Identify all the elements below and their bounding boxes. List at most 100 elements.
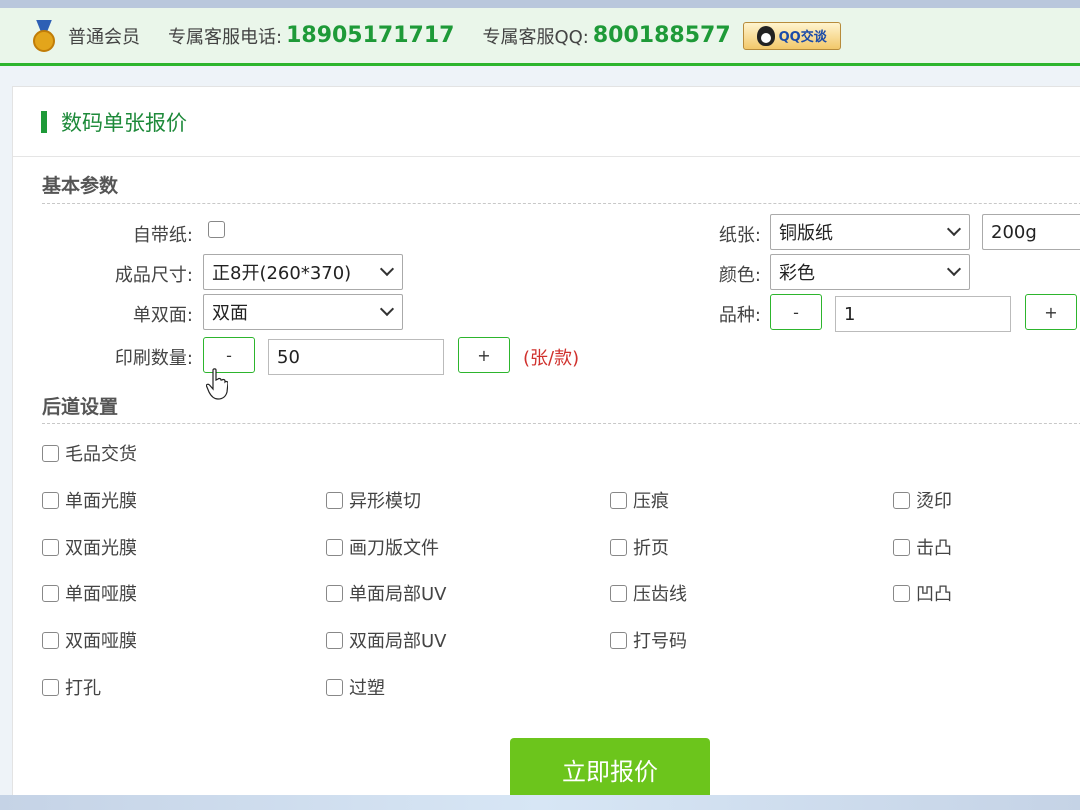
variety-plus-button[interactable]: +	[1025, 294, 1077, 330]
variety-label: 品种:	[718, 305, 761, 326]
quote-card: 数码单张报价 基本参数 自带纸: 成品尺寸: 正8开(260*370) 单双面:…	[12, 86, 1080, 806]
own-paper-checkbox[interactable]	[208, 221, 225, 238]
checkbox[interactable]	[893, 538, 910, 556]
option-label: 压痕	[633, 491, 669, 512]
option-label: 压齿线	[633, 584, 687, 605]
option-knife-file[interactable]: 画刀版文件	[326, 534, 439, 560]
checkbox[interactable]	[42, 678, 59, 696]
card-title: 数码单张报价	[61, 110, 187, 135]
weight-select[interactable]: 200g	[982, 214, 1080, 250]
quantity-unit: (张/款)	[523, 348, 580, 369]
paper-value: 铜版纸	[779, 223, 833, 244]
checkbox[interactable]	[42, 538, 59, 556]
checkbox[interactable]	[610, 631, 627, 649]
color-value: 彩色	[779, 263, 815, 284]
option-label: 单面哑膜	[65, 584, 137, 605]
size-label: 成品尺寸:	[114, 265, 193, 286]
checkbox[interactable]	[42, 584, 59, 602]
option-emboss[interactable]: 击凸	[893, 534, 952, 560]
option-label: 单面局部UV	[349, 584, 447, 605]
option-label: 双面局部UV	[349, 631, 447, 652]
option-label: 毛品交货	[65, 444, 137, 465]
option-punch[interactable]: 打孔	[42, 674, 101, 700]
quantity-plus-button[interactable]: +	[458, 337, 510, 373]
option-perforation[interactable]: 压齿线	[610, 580, 687, 606]
checkbox[interactable]	[42, 631, 59, 649]
qq-penguin-icon	[756, 25, 775, 46]
basic-divider	[42, 203, 1080, 204]
card-title-bar: 数码单张报价	[13, 87, 1080, 157]
option-single-spot-uv[interactable]: 单面局部UV	[326, 580, 447, 606]
hand-cursor-icon	[206, 368, 228, 400]
chevron-down-icon	[379, 301, 395, 317]
option-label: 折页	[633, 538, 669, 559]
checkbox[interactable]	[610, 538, 627, 556]
checkbox[interactable]	[326, 631, 343, 649]
chevron-down-icon	[946, 221, 962, 237]
option-label: 打孔	[65, 678, 101, 699]
paper-select[interactable]: 铜版纸	[770, 214, 970, 250]
member-level: 普通会员	[68, 26, 140, 48]
finishing-section-title: 后道设置	[42, 396, 119, 418]
option-label: 过塑	[349, 678, 385, 699]
checkbox[interactable]	[610, 491, 627, 509]
option-label: 打号码	[633, 631, 687, 652]
qq-chat-label: QQ交谈	[778, 30, 827, 45]
option-single-gloss[interactable]: 单面光膜	[42, 487, 137, 513]
medal-icon	[32, 19, 56, 52]
option-numbering[interactable]: 打号码	[610, 627, 687, 653]
option-label: 异形模切	[349, 491, 421, 512]
checkbox[interactable]	[326, 538, 343, 556]
checkbox[interactable]	[326, 491, 343, 509]
option-crease[interactable]: 压痕	[610, 487, 669, 513]
variety-input[interactable]: 1	[835, 296, 1011, 332]
phone-number: 18905171717	[286, 23, 455, 48]
paper-label: 纸张:	[718, 225, 761, 246]
finishing-divider	[42, 423, 1080, 424]
option-double-spot-uv[interactable]: 双面局部UV	[326, 627, 447, 653]
bottom-strip	[0, 795, 1080, 810]
option-hot-stamp[interactable]: 烫印	[893, 487, 952, 513]
option-fold[interactable]: 折页	[610, 534, 669, 560]
option-double-matte[interactable]: 双面哑膜	[42, 627, 137, 653]
checkbox[interactable]	[42, 491, 59, 509]
top-strip	[0, 0, 1080, 8]
basic-section-title: 基本参数	[42, 175, 119, 197]
option-label: 双面哑膜	[65, 631, 137, 652]
option-laminate[interactable]: 过塑	[326, 674, 385, 700]
option-label: 双面光膜	[65, 538, 137, 559]
weight-value: 200g	[991, 221, 1037, 243]
option-label: 烫印	[916, 491, 952, 512]
quantity-label: 印刷数量:	[114, 348, 193, 369]
size-select[interactable]: 正8开(260*370)	[203, 254, 403, 290]
option-die-cut[interactable]: 异形模切	[326, 487, 421, 513]
option-raw-delivery[interactable]: 毛品交货	[42, 440, 137, 466]
checkbox[interactable]	[610, 584, 627, 602]
option-label: 击凸	[916, 538, 952, 559]
option-label: 凹凸	[916, 584, 952, 605]
checkbox[interactable]	[42, 444, 59, 462]
chevron-down-icon	[379, 261, 395, 277]
checkbox[interactable]	[326, 584, 343, 602]
sides-label: 单双面:	[132, 305, 193, 326]
quantity-input[interactable]: 50	[268, 339, 444, 375]
option-deboss[interactable]: 凹凸	[893, 580, 952, 606]
qq-chat-button[interactable]: QQ交谈	[742, 21, 841, 50]
get-quote-button[interactable]: 立即报价	[510, 738, 710, 800]
sides-select[interactable]: 双面	[203, 294, 403, 330]
header-bar: 普通会员 专属客服电话: 18905171717 专属客服QQ: 8001885…	[0, 8, 1080, 66]
color-select[interactable]: 彩色	[770, 254, 970, 290]
color-label: 颜色:	[718, 265, 761, 286]
size-value: 正8开(260*370)	[212, 263, 352, 284]
option-label: 单面光膜	[65, 491, 137, 512]
phone-label: 专属客服电话:	[168, 26, 283, 48]
checkbox[interactable]	[326, 678, 343, 696]
option-single-matte[interactable]: 单面哑膜	[42, 580, 137, 606]
qq-label: 专属客服QQ:	[482, 26, 589, 48]
option-label: 画刀版文件	[349, 538, 439, 559]
checkbox[interactable]	[893, 584, 910, 602]
variety-minus-button[interactable]: -	[770, 294, 822, 330]
option-double-gloss[interactable]: 双面光膜	[42, 534, 137, 560]
chevron-down-icon	[946, 261, 962, 277]
checkbox[interactable]	[893, 491, 910, 509]
